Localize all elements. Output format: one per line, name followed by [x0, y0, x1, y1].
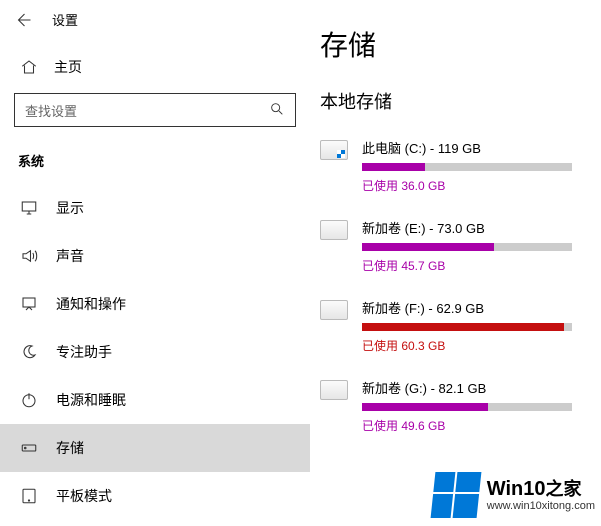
home-label: 主页	[54, 57, 82, 77]
drive-icon	[320, 220, 348, 240]
storage-icon	[20, 439, 38, 457]
search-icon	[269, 101, 285, 120]
nav-item-sound[interactable]: 声音	[0, 232, 310, 280]
settings-title: 设置	[52, 10, 78, 29]
nav-item-label: 存储	[56, 438, 84, 458]
nav-item-display[interactable]: 显示	[0, 184, 310, 232]
usage-bar	[362, 403, 572, 411]
sound-icon	[20, 247, 38, 265]
watermark: Win10之家 www.win10xitong.com	[433, 472, 595, 518]
drive-row[interactable]: 新加卷 (G:) - 82.1 GB 已使用 49.6 GB	[320, 378, 589, 434]
power-icon	[20, 391, 38, 409]
usage-text: 已使用 49.6 GB	[362, 417, 583, 434]
search-input[interactable]: 查找设置	[14, 93, 296, 127]
nav-item-label: 电源和睡眠	[56, 390, 126, 410]
category-header: 系统	[0, 145, 310, 184]
watermark-brand: Win10	[487, 478, 546, 500]
usage-text: 已使用 45.7 GB	[362, 257, 583, 274]
drive-row[interactable]: 新加卷 (E:) - 73.0 GB 已使用 45.7 GB	[320, 218, 589, 274]
drive-title: 新加卷 (E:) - 73.0 GB	[362, 218, 583, 237]
watermark-brand-suffix: 之家	[546, 479, 582, 499]
drive-icon	[320, 140, 348, 160]
drive-row[interactable]: 此电脑 (C:) - 119 GB 已使用 36.0 GB	[320, 138, 589, 194]
tablet-icon	[20, 487, 38, 505]
focus-icon	[20, 343, 38, 361]
drive-title: 此电脑 (C:) - 119 GB	[362, 138, 583, 157]
drive-icon	[320, 300, 348, 320]
nav-item-label: 显示	[56, 198, 84, 218]
display-icon	[20, 199, 38, 217]
nav-item-label: 声音	[56, 246, 84, 266]
section-subtitle: 本地存储	[320, 88, 589, 114]
nav-item-storage[interactable]: 存储	[0, 424, 310, 472]
usage-bar	[362, 163, 572, 171]
back-icon[interactable]	[14, 11, 32, 29]
usage-bar	[362, 323, 572, 331]
nav-item-power[interactable]: 电源和睡眠	[0, 376, 310, 424]
usage-bar	[362, 243, 572, 251]
nav-item-notify[interactable]: 通知和操作	[0, 280, 310, 328]
watermark-url: www.win10xitong.com	[487, 500, 595, 512]
usage-text: 已使用 60.3 GB	[362, 337, 583, 354]
nav-item-label: 专注助手	[56, 342, 112, 362]
drive-title: 新加卷 (G:) - 82.1 GB	[362, 378, 583, 397]
page-title: 存储	[320, 24, 589, 64]
nav-item-focus[interactable]: 专注助手	[0, 328, 310, 376]
windows-logo-icon	[430, 472, 481, 518]
usage-text: 已使用 36.0 GB	[362, 177, 583, 194]
nav-item-label: 通知和操作	[56, 294, 126, 314]
home-icon	[20, 58, 38, 76]
home-nav[interactable]: 主页	[0, 47, 310, 93]
drive-icon	[320, 380, 348, 400]
notify-icon	[20, 295, 38, 313]
nav-item-tablet[interactable]: 平板模式	[0, 472, 310, 520]
search-placeholder: 查找设置	[25, 101, 77, 120]
drive-row[interactable]: 新加卷 (F:) - 62.9 GB 已使用 60.3 GB	[320, 298, 589, 354]
nav-item-label: 平板模式	[56, 486, 112, 506]
nav-list: 显示声音通知和操作专注助手电源和睡眠存储平板模式	[0, 184, 310, 526]
drive-title: 新加卷 (F:) - 62.9 GB	[362, 298, 583, 317]
